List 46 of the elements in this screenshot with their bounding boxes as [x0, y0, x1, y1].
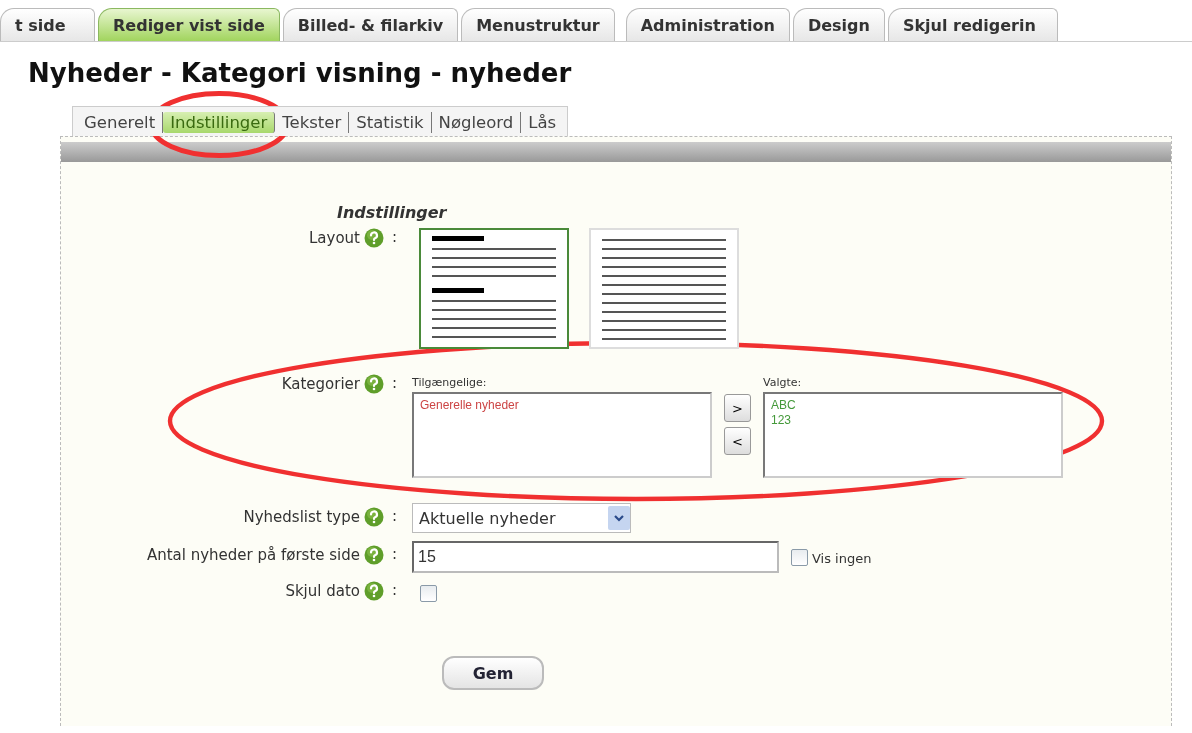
add-button[interactable]: >	[724, 394, 751, 422]
list-option[interactable]: 123	[771, 413, 1055, 428]
dropdown-value: Aktuelle nyheder	[419, 508, 556, 528]
help-icon[interactable]	[364, 374, 384, 394]
section-title: Indstillinger	[337, 203, 448, 222]
layout-option[interactable]	[419, 228, 569, 349]
nav-tab[interactable]: Administration	[625, 8, 790, 41]
remove-button[interactable]: <	[724, 427, 751, 455]
nav-tab[interactable]: Skjul redigerin	[887, 8, 1058, 41]
list-label: Tilgængelige:	[412, 376, 488, 389]
field-label: Nyhedslist type	[243, 508, 360, 526]
colon-text: :	[391, 581, 399, 599]
help-icon[interactable]	[364, 545, 384, 565]
help-icon[interactable]	[364, 581, 384, 601]
field-label: Skjul dato	[285, 582, 360, 600]
available-listbox[interactable]: Generelle nyheder	[412, 392, 712, 478]
section-tab[interactable]: Lås	[521, 112, 564, 133]
list-type-dropdown[interactable]: Aktuelle nyheder	[412, 503, 631, 533]
section-tab[interactable]: Tekster	[275, 112, 350, 133]
nav-tab[interactable]: Menustruktur	[461, 8, 615, 41]
page-heading: Nyheder - Kategori visning - nyheder	[28, 58, 573, 90]
help-icon[interactable]	[364, 228, 384, 248]
save-button[interactable]: Gem	[442, 656, 544, 690]
list-option[interactable]: ABC	[771, 398, 1055, 413]
list-label: Valgte:	[763, 376, 803, 389]
nav-tab[interactable]: t side	[0, 8, 95, 41]
nav-tab[interactable]: Billed- & filarkiv	[282, 8, 459, 41]
nav-tab[interactable]: Design	[792, 8, 885, 41]
colon-text: :	[391, 374, 399, 392]
field-label: Antal nyheder på første side	[146, 546, 360, 564]
checkbox-label: Vis ingen	[812, 551, 872, 566]
colon-text: :	[391, 545, 399, 563]
section-tab[interactable]: Nøgleord	[431, 112, 522, 133]
colon-text: :	[391, 507, 399, 525]
selected-listbox[interactable]: ABC 123	[763, 392, 1063, 478]
colon-text: :	[391, 228, 399, 246]
help-icon[interactable]	[364, 507, 384, 527]
field-label: Kategorier	[281, 375, 360, 393]
count-input[interactable]: 15	[412, 541, 779, 573]
nav-tab[interactable]: Rediger vist side	[98, 8, 280, 41]
list-option[interactable]: Generelle nyheder	[420, 398, 704, 413]
checkbox[interactable]	[420, 585, 437, 602]
section-tab[interactable]: Statistik	[349, 112, 432, 133]
section-tab[interactable]: Indstillinger	[163, 112, 276, 133]
checkbox[interactable]	[791, 548, 808, 566]
field-label: Layout	[309, 229, 360, 247]
